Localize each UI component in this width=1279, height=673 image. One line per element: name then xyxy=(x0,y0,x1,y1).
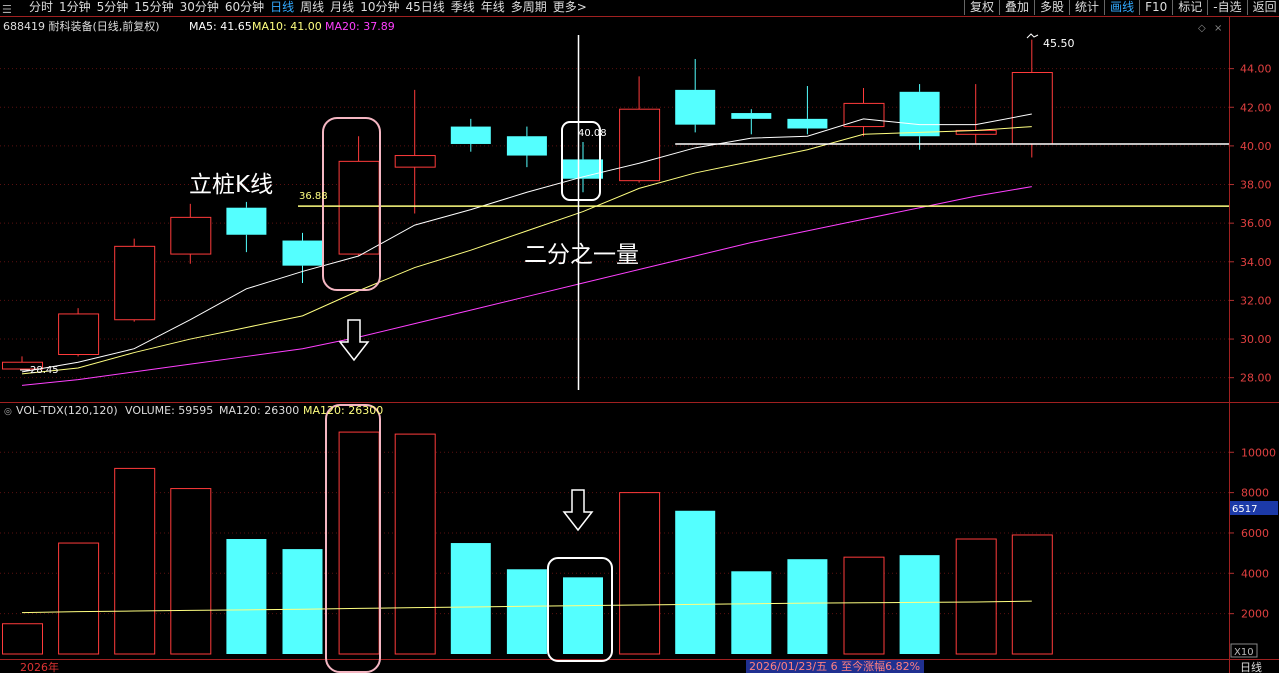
candle-body xyxy=(170,216,212,255)
volume-bar xyxy=(450,543,491,654)
zoom-label[interactable]: X10 xyxy=(1234,647,1254,658)
volume-bar xyxy=(843,556,885,655)
candle-body xyxy=(787,118,828,129)
price-tick-label: 34.00 xyxy=(1240,256,1272,269)
candle-body xyxy=(394,155,436,168)
volume-bar xyxy=(899,555,940,654)
high-marker-icon xyxy=(1026,33,1039,39)
candle-body xyxy=(1011,71,1053,145)
volume-bar xyxy=(2,623,43,655)
vol-ma120-yellow-label: MA120: 26300 xyxy=(303,404,383,417)
candle-body xyxy=(338,160,380,255)
high-price-label: 45.50 xyxy=(1043,37,1075,50)
candle-body xyxy=(675,89,716,125)
half-volume-label: 二分之一量 xyxy=(524,242,639,268)
price-axis: 28.00 30.00 32.00 34.00 36.00 38.00 40.00 42.00… xyxy=(1229,63,1272,385)
close-icon[interactable]: × xyxy=(1214,23,1222,34)
candle-body xyxy=(506,136,547,156)
volume-marker: 6517 xyxy=(1232,504,1257,515)
volume-bar xyxy=(394,433,436,655)
volume-bars xyxy=(2,431,1053,655)
price-tick-label: 32.00 xyxy=(1240,294,1272,307)
volume-bar xyxy=(506,569,547,654)
vol-indicator-label: VOL-TDX(120,120) xyxy=(16,404,118,417)
volume-bar xyxy=(170,488,212,655)
price-tick-label: 44.00 xyxy=(1240,63,1272,76)
vol-toggle-icon[interactable]: ◎ xyxy=(4,407,12,417)
volume-tick-label: 8000 xyxy=(1241,487,1269,500)
volume-bar xyxy=(619,492,661,655)
volume-tick-label: 2000 xyxy=(1241,608,1269,621)
low-price-label: 28.45 xyxy=(30,365,59,376)
vol-value-label: VOLUME: 59595 xyxy=(125,404,213,417)
volume-bar xyxy=(282,549,323,654)
volume-tick-label: 4000 xyxy=(1241,567,1269,580)
volume-bar xyxy=(114,467,156,655)
candle-body xyxy=(58,313,100,356)
candle-body xyxy=(619,108,661,182)
volume-axis: 2000 4000 6000 8000 10000 xyxy=(1229,446,1276,621)
volume-bar xyxy=(563,577,603,654)
vol-ma120-label: MA120: 26300 xyxy=(219,404,299,417)
candles xyxy=(2,39,1053,370)
lizhuang-label: 立桩K线 xyxy=(189,172,273,198)
price-tick-label: 36.00 xyxy=(1240,217,1272,230)
volume-bar xyxy=(226,539,267,654)
volume-bar xyxy=(787,559,828,654)
candle-body xyxy=(450,126,491,144)
volume-tick-label: 6000 xyxy=(1241,527,1269,540)
ma20-label: MA20: 37.89 xyxy=(325,20,395,33)
volume-bar xyxy=(338,431,380,655)
diamond-icon[interactable]: ◇ xyxy=(1198,23,1206,34)
volume-bar xyxy=(955,538,997,655)
menu-icon[interactable]: ☰ xyxy=(2,3,12,16)
candle-body xyxy=(114,245,156,321)
volume-bar xyxy=(731,571,772,654)
candle-body xyxy=(282,240,323,266)
price-tick-label: 42.00 xyxy=(1240,101,1272,114)
volume-tick-label: 10000 xyxy=(1241,446,1276,459)
price-tick-label: 28.00 xyxy=(1240,372,1272,385)
status-text: 2026/01/23/五 6 至今涨幅6.82% xyxy=(749,659,920,673)
candle-body xyxy=(731,113,772,119)
price-tick-label: 38.00 xyxy=(1240,179,1272,192)
price-tick-label: 30.00 xyxy=(1240,333,1272,346)
period-label: 日线 xyxy=(1240,660,1262,673)
crosshair-price-label: 40.08 xyxy=(578,128,607,139)
price-tick-label: 40.00 xyxy=(1240,140,1272,153)
candle-body xyxy=(899,91,940,137)
volume-bar xyxy=(675,510,716,654)
candle-body xyxy=(563,159,603,179)
stock-title: 688419 耐科装备(日线,前复权) xyxy=(3,19,160,33)
down-arrow-icon xyxy=(562,489,594,532)
kline-chart[interactable]: ☰ ◇ × 28.00 30.00 32.00 34.00 36.00 38.00 40.0… xyxy=(0,0,1279,673)
support-price-label: 36.88 xyxy=(299,191,328,202)
candle-body xyxy=(226,207,267,235)
volume-bar xyxy=(1011,534,1053,655)
ma5-label: MA5: 41.65 xyxy=(189,20,252,33)
volume-bar xyxy=(58,542,100,655)
year-label: 2026年 xyxy=(20,660,59,673)
ma10-label: MA10: 41.00 xyxy=(252,20,322,33)
ma20-line xyxy=(21,186,1032,386)
